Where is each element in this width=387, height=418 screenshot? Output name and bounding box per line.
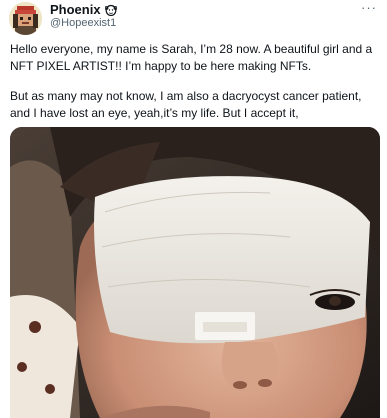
tweet-card: Phoenix @Hopeexist1 ··· Hello everyone, …	[0, 0, 387, 418]
avatar[interactable]	[9, 2, 42, 35]
tweet-photo[interactable]	[10, 127, 380, 418]
face-with-bandage-photo	[10, 127, 380, 418]
author-handle[interactable]: @Hopeexist1	[50, 17, 116, 30]
display-name[interactable]: Phoenix	[50, 2, 101, 17]
author-name-row[interactable]: Phoenix	[50, 2, 117, 17]
tweet-text-paragraph-2: But as many may not know, I am also a da…	[10, 89, 362, 120]
monkey-badge-icon	[104, 4, 117, 16]
pixel-art-avatar-icon	[9, 2, 42, 35]
more-options-button[interactable]: ···	[361, 0, 377, 15]
tweet-text-paragraph-1: Hello everyone, my name is Sarah, I’m 28…	[10, 42, 373, 73]
